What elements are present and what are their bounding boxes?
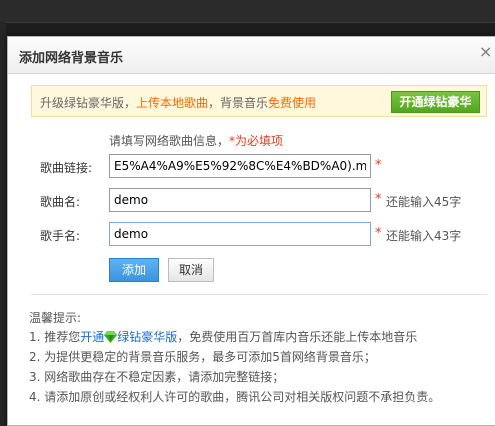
add-button[interactable]: 添加 (109, 258, 159, 282)
form-hint: 请填写网络歌曲信息，*为必填项 (109, 132, 283, 149)
add-music-dialog: 添加网络背景音乐 × 升级绿钻豪华版，上传本地歌曲，背景音乐免费使用 开通绿钻豪… (7, 36, 495, 426)
promo-text: 升级绿钻豪华版，上传本地歌曲，背景音乐免费使用 (40, 94, 316, 111)
green-diamond-link[interactable]: 绿钻豪华版 (117, 330, 177, 344)
tip-item-2: 2. 为提供更稳定的背景音乐服务，最多可添加5首网络背景音乐； (29, 350, 376, 364)
promo-upload-text: 上传本地歌曲 (136, 96, 209, 110)
song-name-remaining: 还能输入45字 (386, 195, 462, 209)
green-diamond-icon (104, 331, 118, 343)
dialog-title: 添加网络背景音乐 (19, 51, 124, 66)
singer-input[interactable] (109, 222, 371, 246)
tips-title: 温馨提示: (29, 311, 82, 325)
song-name-input[interactable] (109, 188, 371, 212)
tip-item-3: 3. 网络歌曲存在不稳定因素，请添加完整链接； (29, 370, 285, 384)
song-link-input[interactable] (109, 154, 371, 178)
required-star: * (375, 158, 382, 173)
singer-remaining: 还能输入43字 (386, 229, 462, 243)
promo-banner: 升级绿钻豪华版，上传本地歌曲，背景音乐免费使用 开通绿钻豪华 (31, 85, 487, 117)
dialog-header: 添加网络背景音乐 × (8, 37, 495, 74)
form-hint-text: 请填写网络歌曲信息， (109, 134, 230, 148)
close-icon[interactable]: × (479, 44, 493, 60)
cancel-button[interactable]: 取消 (168, 258, 214, 282)
open-link[interactable]: 开通 (80, 330, 104, 344)
promo-text-prefix: 升级绿钻豪华版， (40, 96, 137, 110)
background-toolbar (0, 0, 495, 23)
required-star: * (375, 226, 382, 241)
open-green-diamond-button[interactable]: 开通绿钻豪华 (391, 91, 480, 113)
promo-free-text: 免费使用 (268, 96, 317, 110)
tip-1-suffix: ，免费使用百万首库内音乐还能上传本地音乐 (177, 330, 418, 344)
background-strip (0, 22, 6, 426)
tip-item-1: 1. 推荐您开通 绿钻豪华版，免费使用百万首库内音乐还能上传本地音乐 (29, 328, 417, 345)
divider (31, 294, 487, 295)
song-name-label: 歌曲名: (40, 195, 81, 209)
promo-text-middle: ，背景音乐 (208, 96, 269, 110)
required-hint: *为必填项 (229, 134, 284, 148)
tip-item-4: 4. 请添加原创或经权利人许可的歌曲，腾讯公司对相关版权问题不承担负责。 (29, 390, 441, 404)
singer-label: 歌手名: (40, 229, 81, 243)
song-link-label: 歌曲链接: (40, 161, 93, 175)
tip-1-prefix: 1. 推荐您 (29, 330, 81, 344)
required-star: * (375, 192, 382, 207)
